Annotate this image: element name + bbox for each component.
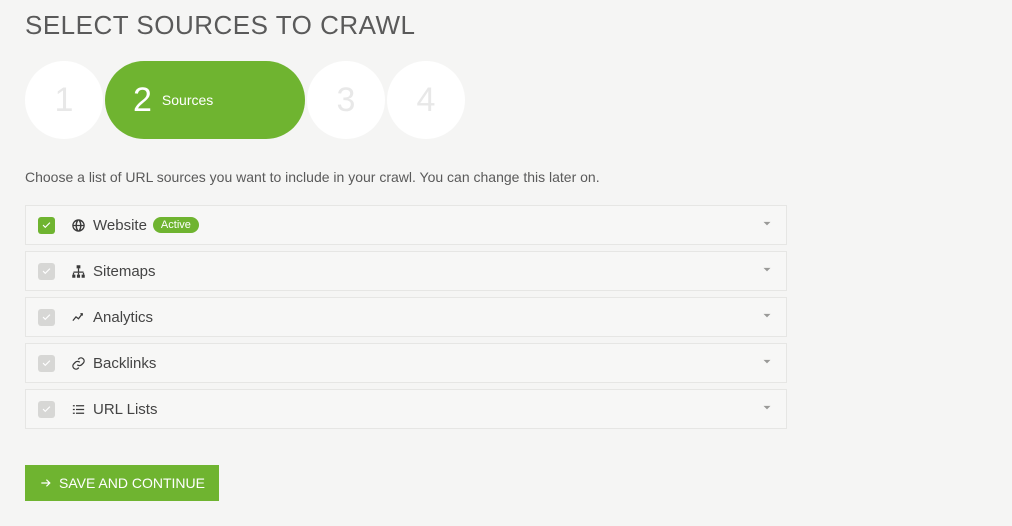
step-3[interactable]: 3 [307, 61, 385, 139]
chevron-down-icon[interactable] [760, 262, 774, 280]
chevron-down-icon[interactable] [760, 354, 774, 372]
source-row-analytics[interactable]: Analytics [25, 297, 787, 337]
step-4-num: 4 [417, 81, 436, 120]
source-label: URL Lists [93, 401, 157, 418]
source-row-backlinks[interactable]: Backlinks [25, 343, 787, 383]
chevron-down-icon[interactable] [760, 216, 774, 234]
source-label: Sitemaps [93, 263, 156, 280]
source-label: Analytics [93, 309, 153, 326]
step-4[interactable]: 4 [387, 61, 465, 139]
checkbox-icon[interactable] [38, 401, 55, 418]
active-badge: Active [153, 217, 199, 233]
source-row-url-lists[interactable]: URL Lists [25, 389, 787, 429]
globe-icon [69, 218, 87, 233]
step-1[interactable]: 1 [25, 61, 103, 139]
chevron-down-icon[interactable] [760, 400, 774, 418]
checkbox-icon[interactable] [38, 355, 55, 372]
step-2-num: 2 [133, 81, 152, 120]
source-row-website[interactable]: Website Active [25, 205, 787, 245]
chevron-down-icon[interactable] [760, 308, 774, 326]
link-icon [69, 356, 87, 371]
step-1-num: 1 [55, 81, 74, 120]
chart-line-icon [69, 310, 87, 325]
page-title: SELECT SOURCES TO CRAWL [25, 10, 987, 41]
source-row-sitemaps[interactable]: Sitemaps [25, 251, 787, 291]
sitemap-icon [69, 264, 87, 279]
step-3-num: 3 [337, 81, 356, 120]
source-list: Website Active Sitemaps Analytics [25, 205, 787, 429]
source-label: Website [93, 217, 147, 234]
step-2[interactable]: 2 Sources [105, 61, 305, 139]
source-label: Backlinks [93, 355, 156, 372]
instructions-text: Choose a list of URL sources you want to… [25, 169, 987, 185]
checkbox-icon[interactable] [38, 217, 55, 234]
list-icon [69, 402, 87, 417]
stepper: 1 2 Sources 3 4 [25, 61, 987, 139]
save-button-label: SAVE AND CONTINUE [59, 475, 205, 491]
checkbox-icon[interactable] [38, 309, 55, 326]
step-2-label: Sources [162, 92, 213, 108]
checkbox-icon[interactable] [38, 263, 55, 280]
arrow-right-icon [39, 476, 53, 490]
save-and-continue-button[interactable]: SAVE AND CONTINUE [25, 465, 219, 501]
